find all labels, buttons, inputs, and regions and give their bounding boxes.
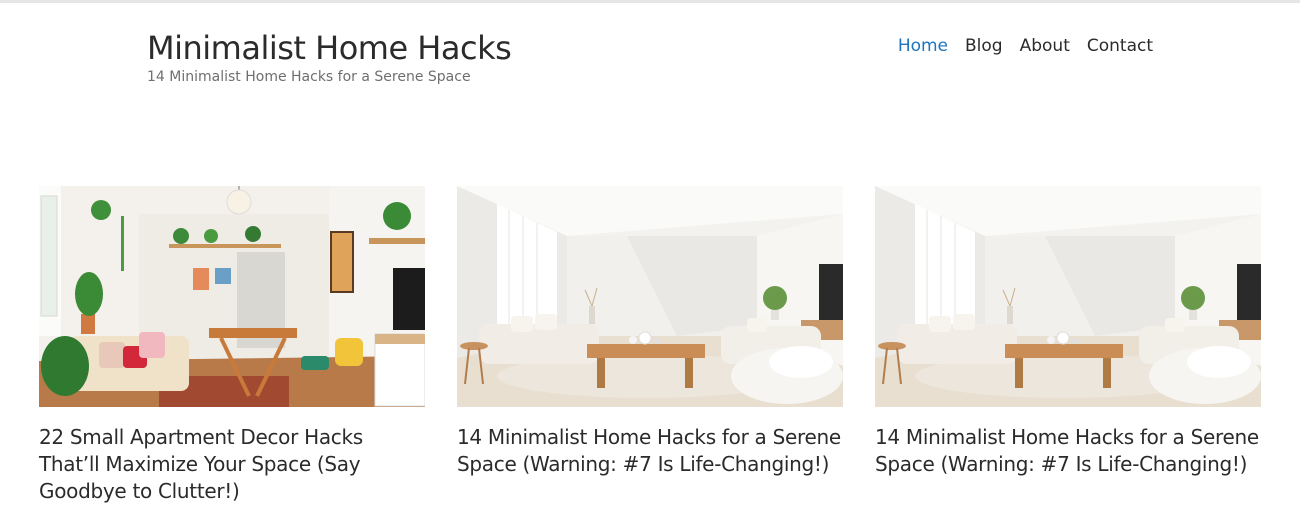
top-border <box>0 0 1300 3</box>
white-minimalist-living-room-image <box>457 186 843 407</box>
nav-item-blog[interactable]: Blog <box>965 36 1003 56</box>
post-thumbnail[interactable] <box>39 186 425 407</box>
post-card: 22 Small Apartment Decor Hacks That’ll M… <box>39 186 425 505</box>
post-title[interactable]: 14 Minimalist Home Hacks for a Serene Sp… <box>875 424 1261 478</box>
main-nav: Home Blog About Contact <box>898 36 1153 56</box>
colorful-living-room-image <box>39 186 425 407</box>
post-thumbnail[interactable] <box>875 186 1261 407</box>
site-title[interactable]: Minimalist Home Hacks <box>147 28 512 68</box>
site-branding: Minimalist Home Hacks 14 Minimalist Home… <box>147 28 512 85</box>
post-thumbnail[interactable] <box>457 186 843 407</box>
nav-item-home[interactable]: Home <box>898 36 948 56</box>
nav-item-contact[interactable]: Contact <box>1087 36 1153 56</box>
nav-item-about[interactable]: About <box>1020 36 1070 56</box>
post-card: 14 Minimalist Home Hacks for a Serene Sp… <box>457 186 843 505</box>
white-minimalist-living-room-image <box>875 186 1261 407</box>
post-grid: 22 Small Apartment Decor Hacks That’ll M… <box>39 186 1261 505</box>
site-tagline: 14 Minimalist Home Hacks for a Serene Sp… <box>147 69 471 85</box>
post-card: 14 Minimalist Home Hacks for a Serene Sp… <box>875 186 1261 505</box>
post-title[interactable]: 14 Minimalist Home Hacks for a Serene Sp… <box>457 424 843 478</box>
post-title[interactable]: 22 Small Apartment Decor Hacks That’ll M… <box>39 424 425 505</box>
